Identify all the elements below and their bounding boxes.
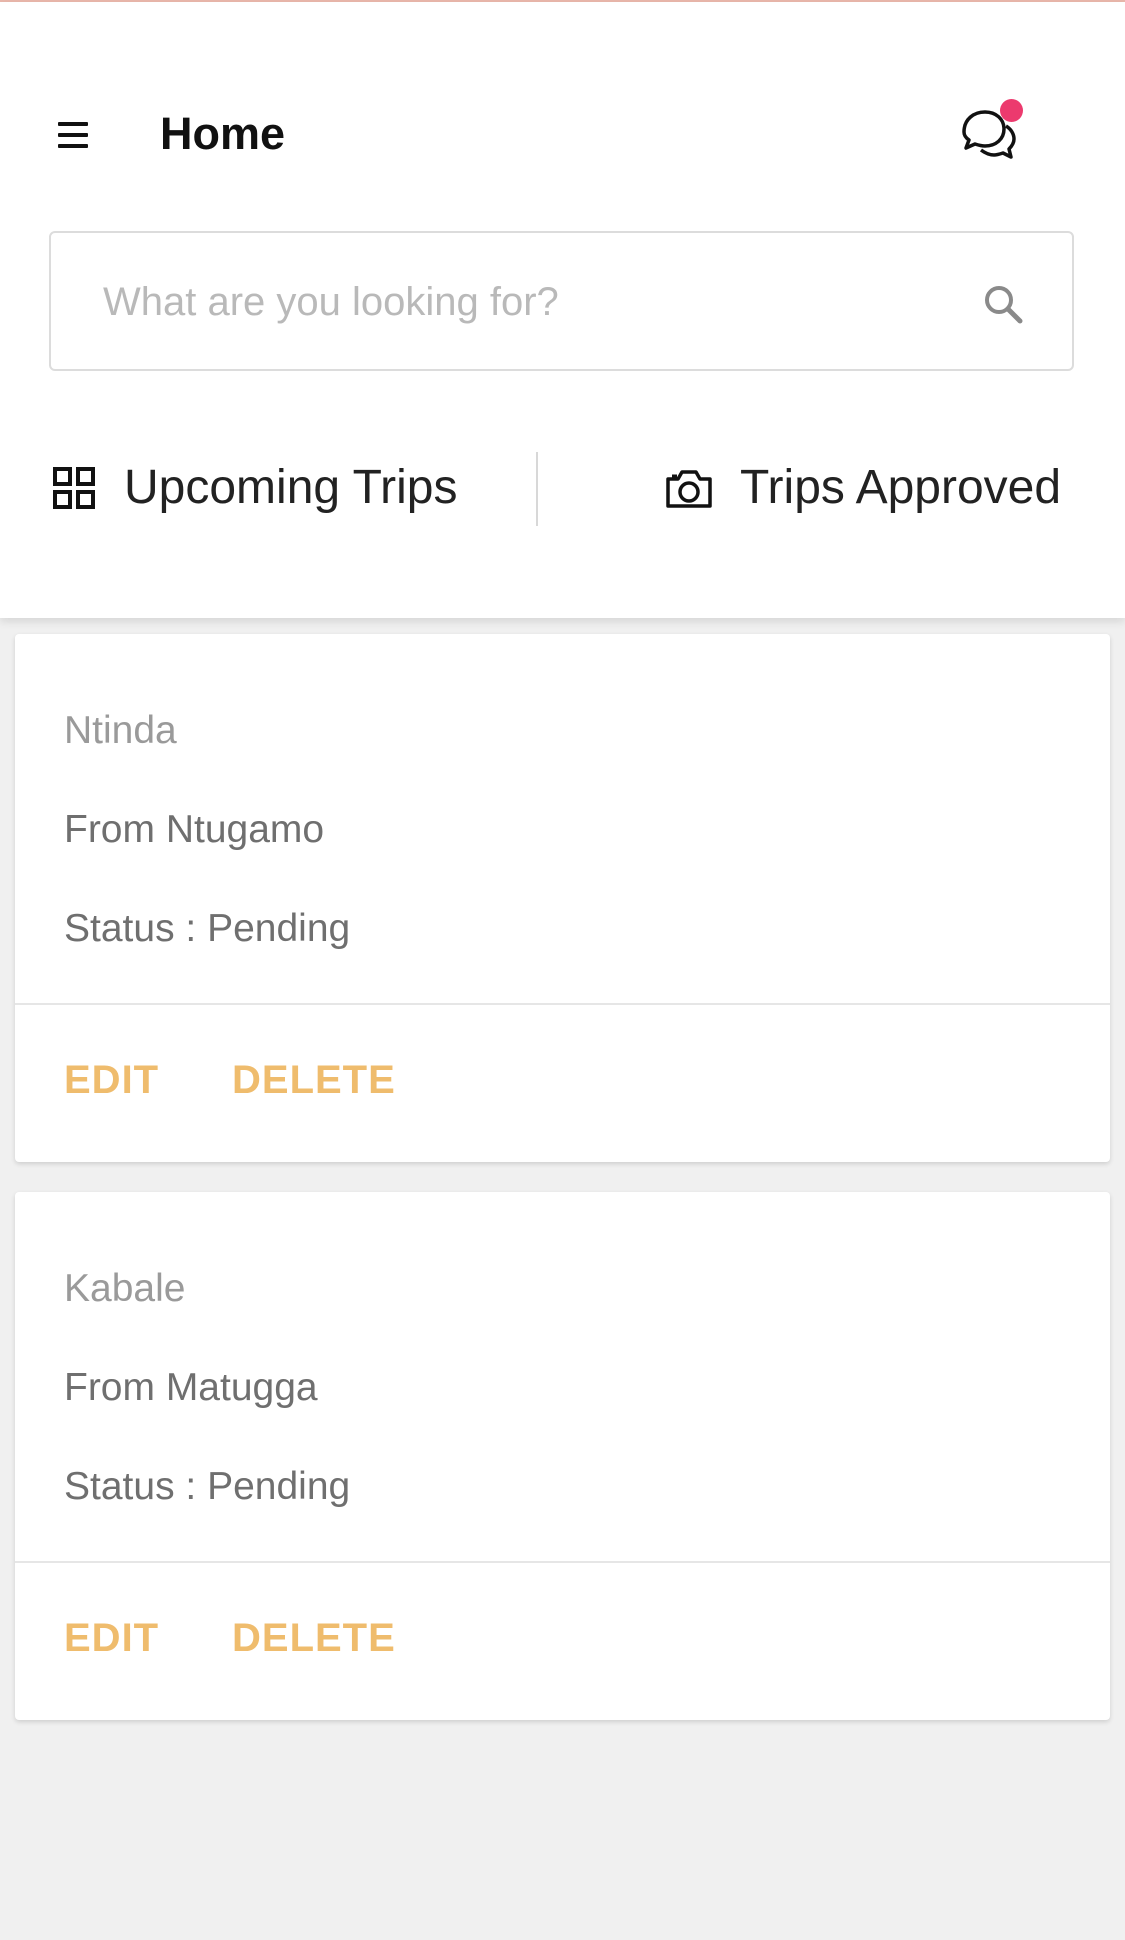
edit-button[interactable]: EDIT bbox=[64, 1614, 159, 1662]
notification-badge bbox=[1000, 99, 1023, 122]
trip-origin: From Ntugamo bbox=[64, 808, 325, 851]
trip-destination: Kabale bbox=[64, 1267, 186, 1310]
trip-origin: From Matugga bbox=[64, 1366, 318, 1409]
trip-card: Ntinda From Ntugamo Status : Pending EDI… bbox=[15, 634, 1110, 1162]
tab-label: Trips Approved bbox=[740, 461, 1062, 514]
search-bar bbox=[49, 231, 1074, 371]
search-icon[interactable] bbox=[981, 282, 1025, 326]
delete-button[interactable]: DELETE bbox=[232, 1056, 396, 1104]
edit-button[interactable]: EDIT bbox=[64, 1056, 159, 1104]
tab-divider bbox=[536, 452, 538, 526]
card-divider bbox=[15, 1561, 1110, 1563]
trip-status: Status : Pending bbox=[64, 907, 351, 950]
page-title: Home bbox=[160, 108, 286, 159]
tab-label: Upcoming Trips bbox=[124, 461, 458, 514]
card-divider bbox=[15, 1003, 1110, 1005]
search-input[interactable] bbox=[101, 271, 945, 333]
menu-icon[interactable] bbox=[52, 118, 96, 154]
trip-destination: Ntinda bbox=[64, 709, 177, 752]
trip-status: Status : Pending bbox=[64, 1465, 351, 1508]
camera-icon bbox=[664, 466, 712, 512]
grid-icon bbox=[52, 466, 98, 512]
tab-upcoming-trips[interactable]: Upcoming Trips bbox=[52, 448, 472, 528]
app-header: Home Upcoming Trips bbox=[0, 2, 1125, 618]
trip-card: Kabale From Matugga Status : Pending EDI… bbox=[15, 1192, 1110, 1720]
delete-button[interactable]: DELETE bbox=[232, 1614, 396, 1662]
tab-trips-approved[interactable]: Trips Approved bbox=[664, 448, 1074, 528]
